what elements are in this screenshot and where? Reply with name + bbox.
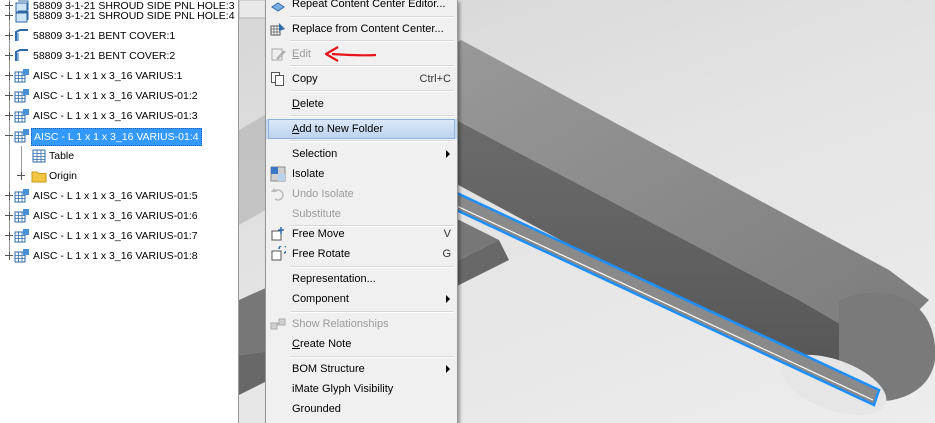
expand-icon[interactable]: [5, 192, 13, 200]
tree-item-aisc-8[interactable]: AISC - L 1 x 1 x 3_16 VARIUS-01:8: [0, 246, 238, 266]
table-part-icon: [14, 228, 30, 244]
replace-icon: [270, 21, 286, 37]
menu-item-delete[interactable]: Delete: [266, 94, 457, 114]
tree-item-label: Origin: [49, 170, 78, 182]
table-part-icon: [14, 188, 30, 204]
sheet-metal-icon: [14, 28, 30, 44]
menu-item-show-relationships[interactable]: Show Relationships: [266, 314, 457, 334]
menu-item-substitute[interactable]: Substitute: [266, 204, 457, 224]
folder-icon: [31, 168, 47, 184]
tree-item-label: AISC - L 1 x 1 x 3_16 VARIUS:1: [33, 70, 183, 82]
expand-icon[interactable]: [5, 52, 13, 60]
table-part-icon: [14, 248, 30, 264]
menu-item-create-note[interactable]: Create Note: [266, 334, 457, 354]
expand-icon[interactable]: [5, 12, 13, 20]
tree-item-aisc-5[interactable]: AISC - L 1 x 1 x 3_16 VARIUS-01:5: [0, 186, 238, 206]
expand-icon[interactable]: [5, 212, 13, 220]
tree-item-origin[interactable]: Origin: [0, 166, 238, 186]
relationships-icon: [270, 316, 286, 332]
expand-icon[interactable]: [5, 252, 13, 260]
table-part-icon: [14, 208, 30, 224]
tree-item-label: AISC - L 1 x 1 x 3_16 VARIUS-01:6: [33, 210, 198, 222]
tree-item-label: AISC - L 1 x 1 x 3_16 VARIUS-01:8: [33, 250, 198, 262]
part-icon: [14, 8, 30, 24]
tree-item-bent-cover-2[interactable]: 58809 3-1-21 BENT COVER:2: [0, 46, 238, 66]
menu-item-isolate[interactable]: Isolate: [266, 164, 457, 184]
menu-item-repeat-content-center[interactable]: Repeat Content Center Editor...: [266, 0, 457, 14]
tree-item-label: Table: [49, 150, 75, 162]
menu-item-free-rotate[interactable]: Free Rotate G: [266, 244, 457, 264]
tree-item-label: AISC - L 1 x 1 x 3_16 VARIUS-01:3: [33, 110, 198, 122]
tree-item-table[interactable]: Table: [0, 146, 238, 166]
menu-item-selection[interactable]: Selection: [266, 144, 457, 164]
tree-item-bent-cover-1[interactable]: 58809 3-1-21 BENT COVER:1: [0, 26, 238, 46]
menu-item-grounded[interactable]: Grounded: [266, 399, 457, 419]
menu-separator: [290, 140, 454, 142]
menu-separator: [290, 311, 454, 313]
tree-item-label: AISC - L 1 x 1 x 3_16 VARIUS-01:2: [33, 90, 198, 102]
tree-item-label: 58809 3-1-21 BENT COVER:1: [33, 30, 176, 42]
tree-item-aisc-4-selected[interactable]: AISC - L 1 x 1 x 3_16 VARIUS-01:4: [0, 126, 238, 146]
sheet-metal-icon: [14, 48, 30, 64]
menu-item-free-move[interactable]: Free Move V: [266, 224, 457, 244]
content-center-icon: [270, 0, 286, 12]
table-part-icon: [14, 108, 30, 124]
expand-icon[interactable]: [17, 172, 25, 180]
expand-icon[interactable]: [5, 32, 13, 40]
menu-separator: [290, 90, 454, 92]
menu-item-add-to-new-folder[interactable]: Add to New Folder: [266, 119, 457, 139]
menu-separator: [290, 356, 454, 358]
tree-item-aisc-2[interactable]: AISC - L 1 x 1 x 3_16 VARIUS-01:2: [0, 86, 238, 106]
tree-item-aisc-3[interactable]: AISC - L 1 x 1 x 3_16 VARIUS-01:3: [0, 106, 238, 126]
free-rotate-icon: [270, 244, 288, 262]
expand-icon[interactable]: [5, 72, 13, 80]
tree-item-label: 58809 3-1-21 SHROUD SIDE PNL HOLE:4: [33, 10, 235, 22]
collapse-icon[interactable]: [5, 132, 13, 140]
expand-icon[interactable]: [5, 112, 13, 120]
tree-item-shroud-4[interactable]: 58809 3-1-21 SHROUD SIDE PNL HOLE:4: [0, 6, 238, 26]
edit-icon: [270, 46, 286, 62]
free-move-icon: [270, 226, 286, 242]
table-icon: [31, 148, 47, 164]
menu-separator: [290, 16, 454, 18]
model-browser: 58809 3-1-21 SHROUD SIDE PNL HOLE:3 5880…: [0, 0, 239, 423]
menu-item-copy[interactable]: Copy Ctrl+C: [266, 69, 457, 89]
menu-separator: [290, 266, 454, 268]
menu-item-bom-structure[interactable]: BOM Structure: [266, 359, 457, 379]
tree-item-label: AISC - L 1 x 1 x 3_16 VARIUS-01:4: [31, 128, 202, 146]
submenu-arrow-icon: [446, 295, 450, 303]
tree-item-label: 58809 3-1-21 BENT COVER:2: [33, 50, 176, 62]
isolate-icon: [270, 166, 286, 182]
menu-item-replace-from-content-center[interactable]: Replace from Content Center...: [266, 19, 457, 39]
undo-isolate-icon: [270, 186, 286, 202]
tree-item-label: AISC - L 1 x 1 x 3_16 VARIUS-01:7: [33, 230, 198, 242]
table-part-icon: [14, 68, 30, 84]
expand-icon[interactable]: [5, 232, 13, 240]
tree-item-label: AISC - L 1 x 1 x 3_16 VARIUS-01:5: [33, 190, 198, 202]
submenu-arrow-icon: [446, 150, 450, 158]
expand-icon[interactable]: [5, 92, 13, 100]
menu-separator: [290, 40, 454, 42]
menu-item-imate-glyph-visibility[interactable]: iMate Glyph Visibility: [266, 379, 457, 399]
table-part-icon: [14, 88, 30, 104]
menu-item-representation[interactable]: Representation...: [266, 269, 457, 289]
menu-separator: [290, 115, 454, 117]
copy-icon: [270, 71, 286, 87]
menu-item-undo-isolate[interactable]: Undo Isolate: [266, 184, 457, 204]
tree-item-aisc-6[interactable]: AISC - L 1 x 1 x 3_16 VARIUS-01:6: [0, 206, 238, 226]
submenu-arrow-icon: [446, 365, 450, 373]
table-part-icon: [14, 128, 30, 144]
annotation-arrow-icon: [324, 46, 377, 62]
tree-item-aisc-1[interactable]: AISC - L 1 x 1 x 3_16 VARIUS:1: [0, 66, 238, 86]
menu-separator: [290, 65, 454, 67]
menu-item-component[interactable]: Component: [266, 289, 457, 309]
tree-item-aisc-7[interactable]: AISC - L 1 x 1 x 3_16 VARIUS-01:7: [0, 226, 238, 246]
